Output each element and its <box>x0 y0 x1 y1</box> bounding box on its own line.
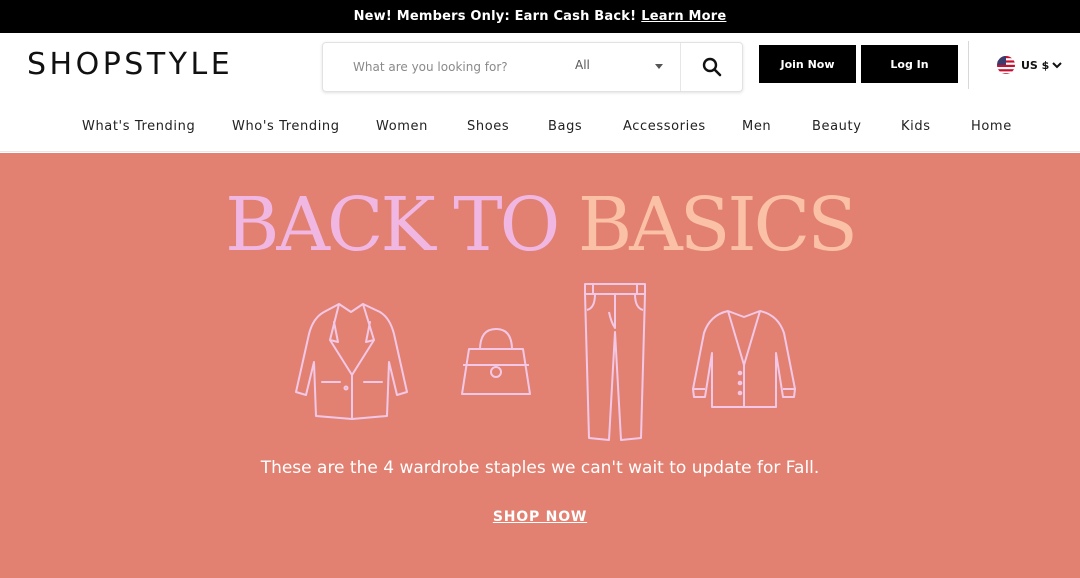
logo[interactable]: SHOPSTYLE <box>27 47 233 82</box>
nav-item-women[interactable]: Women <box>376 119 428 134</box>
nav-item-men[interactable]: Men <box>742 119 771 134</box>
join-now-button[interactable]: Join Now <box>759 45 856 83</box>
main-nav: What's Trending Who's Trending Women Sho… <box>0 100 1080 152</box>
category-select[interactable]: All <box>575 55 667 79</box>
learn-more-link[interactable]: Learn More <box>641 9 726 24</box>
handbag-icon <box>461 328 531 395</box>
promo-bar: New! Members Only: Earn Cash Back! Learn… <box>0 0 1080 33</box>
cardigan-icon <box>692 310 796 408</box>
search-icon <box>702 57 722 77</box>
blazer-icon <box>295 303 408 420</box>
currency-label: US $ <box>1021 58 1050 72</box>
chevron-down-icon <box>1052 62 1063 69</box>
search-input[interactable] <box>335 55 555 79</box>
jeans-icon <box>584 283 646 441</box>
currency-selector[interactable]: US $ <box>996 55 1063 75</box>
hero-banner[interactable]: BACK TO BASICS These are the 4 wardrobe … <box>0 153 1080 578</box>
caret-down-icon <box>655 64 663 69</box>
nav-item-bags[interactable]: Bags <box>548 119 582 134</box>
search-bar: All <box>322 42 743 92</box>
nav-item-shoes[interactable]: Shoes <box>467 119 509 134</box>
us-flag-icon <box>997 56 1015 74</box>
hero-title-part1: BACK TO <box>225 182 560 268</box>
nav-item-home[interactable]: Home <box>971 119 1012 134</box>
category-select-value: All <box>575 58 590 72</box>
site-header: SHOPSTYLE All Join Now Log In <box>0 33 1080 100</box>
nav-item-kids[interactable]: Kids <box>901 119 931 134</box>
log-in-button[interactable]: Log In <box>861 45 958 83</box>
nav-item-beauty[interactable]: Beauty <box>812 119 862 134</box>
nav-item-whos-trending[interactable]: Who's Trending <box>232 119 340 134</box>
nav-item-whats-trending[interactable]: What's Trending <box>82 119 195 134</box>
promo-text: New! Members Only: Earn Cash Back! <box>353 9 637 24</box>
hero-subtitle: These are the 4 wardrobe staples we can'… <box>260 458 820 478</box>
nav-item-accessories[interactable]: Accessories <box>623 119 706 134</box>
header-divider <box>968 41 969 89</box>
shop-now-link[interactable]: SHOP NOW <box>493 509 587 525</box>
search-button[interactable] <box>680 43 743 91</box>
hero-title: BACK TO BASICS <box>0 188 1080 262</box>
hero-title-part2: BASICS <box>577 182 858 268</box>
